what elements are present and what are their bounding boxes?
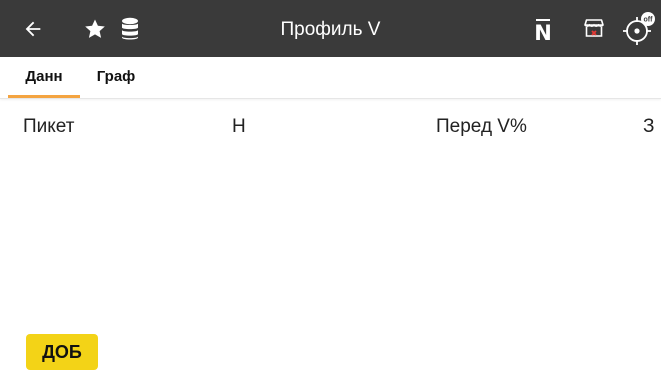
column-header-h: H [232, 116, 246, 137]
store-icon[interactable] [582, 16, 606, 40]
column-header-picket: Пикет [23, 116, 75, 137]
table-header: Пикет H Перед V% З [0, 115, 661, 139]
add-button[interactable]: ДОБ [26, 334, 98, 370]
tab-graph[interactable]: Граф [86, 57, 146, 96]
tab-bar: Данн Граф [0, 57, 661, 99]
column-header-z: З [643, 116, 655, 137]
page-title: Профиль V [280, 19, 381, 40]
active-tab-indicator [8, 95, 80, 98]
n-bar-icon[interactable]: N [533, 15, 553, 45]
gps-off-label: off [644, 17, 654, 24]
column-header-front-v: Перед V% [436, 116, 527, 137]
tab-data[interactable]: Данн [8, 57, 80, 96]
app-bar: Профиль V N off [0, 0, 661, 57]
gps-off-icon[interactable]: off [621, 11, 657, 47]
